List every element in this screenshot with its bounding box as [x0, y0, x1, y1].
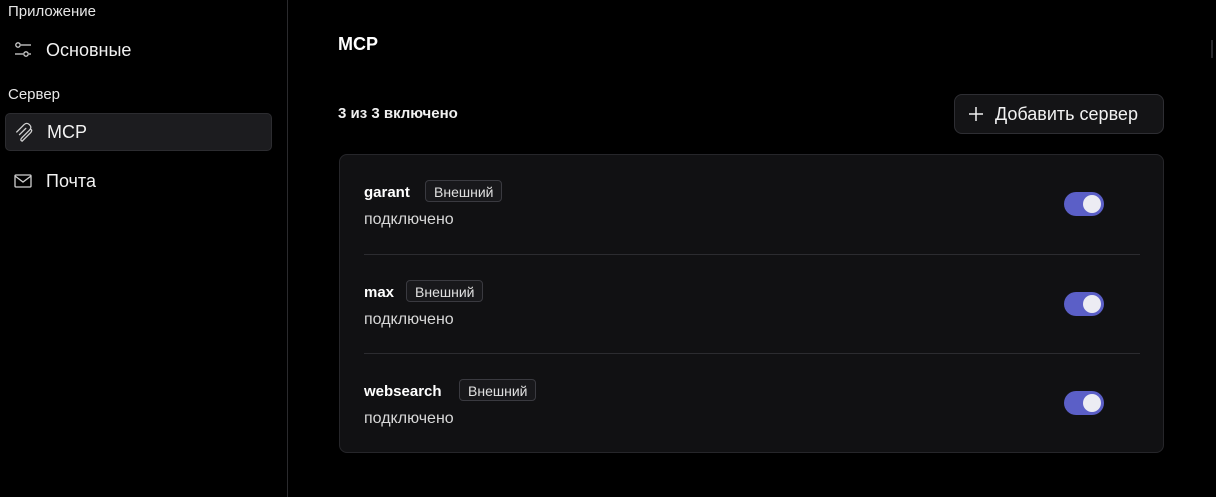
main-panel: MCP 3 из 3 включено Добавить сервер gara…	[288, 0, 1216, 497]
page-title: MCP	[338, 34, 378, 54]
servers-card: garant Внешний подключено max Внешний по…	[339, 154, 1164, 453]
plus-icon	[967, 105, 985, 123]
server-enable-toggle[interactable]	[1064, 391, 1104, 415]
server-enable-toggle[interactable]	[1064, 292, 1104, 316]
mcp-icon	[14, 122, 34, 142]
sidebar-section-server: Сервер	[8, 86, 61, 103]
toggle-knob	[1083, 394, 1101, 412]
sidebar-item-label: Почта	[46, 170, 96, 191]
sidebar-item-label: MCP	[47, 121, 87, 142]
sidebar-item-mail[interactable]: Почта	[5, 162, 272, 200]
server-name: garant	[364, 184, 410, 201]
server-name: websearch	[364, 383, 442, 400]
server-row-websearch: websearch Внешний подключено	[364, 354, 1140, 453]
mail-icon	[13, 171, 33, 191]
enabled-count: 3 из 3 включено	[338, 105, 458, 122]
server-status: подключено	[364, 211, 454, 228]
toggle-knob	[1083, 295, 1101, 313]
server-name: max	[364, 284, 395, 301]
server-row-garant: garant Внешний подключено	[364, 155, 1140, 254]
add-server-button[interactable]: Добавить сервер	[954, 94, 1164, 134]
toggle-knob	[1083, 195, 1101, 213]
server-type-badge: Внешний	[459, 379, 537, 401]
sidebar-item-basic[interactable]: Основные	[5, 31, 272, 69]
server-type-badge: Внешний	[406, 280, 484, 302]
sidebar-item-mcp[interactable]: MCP	[5, 113, 272, 151]
sidebar-item-label: Основные	[46, 39, 132, 60]
sidebar: Приложение Основные Сервер MCP Почта	[0, 0, 288, 497]
sliders-icon	[13, 40, 33, 60]
server-enable-toggle[interactable]	[1064, 192, 1104, 216]
window-edge-divider	[1211, 40, 1213, 58]
app-window: Приложение Основные Сервер MCP Почта MCP…	[0, 0, 1216, 497]
server-status: подключено	[364, 311, 454, 328]
server-type-badge: Внешний	[425, 180, 503, 202]
server-row-max: max Внешний подключено	[364, 255, 1140, 354]
add-server-label: Добавить сервер	[995, 103, 1138, 124]
server-status: подключено	[364, 410, 454, 427]
sidebar-section-app: Приложение	[8, 3, 96, 20]
